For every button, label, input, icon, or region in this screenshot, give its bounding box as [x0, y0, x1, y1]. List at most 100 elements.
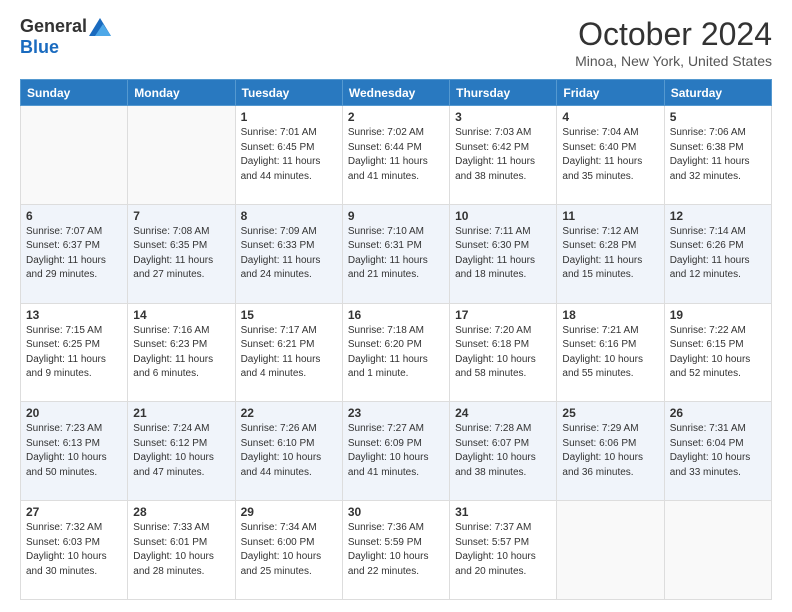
day-number: 25 [562, 406, 658, 420]
col-monday: Monday [128, 80, 235, 106]
table-row: 2 Sunrise: 7:02 AM Sunset: 6:44 PM Daylig… [342, 106, 449, 205]
day-info: Sunrise: 7:15 AM Sunset: 6:25 PM Dayligh… [26, 324, 122, 382]
day-number: 31 [455, 505, 551, 519]
day-number: 1 [241, 110, 337, 124]
table-row: 17Sunrise: 7:20 AM Sunset: 6:18 PM Dayli… [450, 303, 557, 402]
table-row [21, 106, 128, 205]
day-info: Sunrise: 7:20 AM Sunset: 6:18 PM Dayligh… [455, 324, 551, 382]
day-info: Sunrise: 7:24 AM Sunset: 6:12 PM Dayligh… [133, 422, 229, 480]
day-number: 16 [348, 308, 444, 322]
day-info: Sunrise: 7:03 AM Sunset: 6:42 PM Dayligh… [455, 126, 551, 184]
day-number: 4 [562, 110, 658, 124]
day-info: Sunrise: 7:04 AM Sunset: 6:40 PM Dayligh… [562, 126, 658, 184]
day-number: 7 [133, 209, 229, 223]
day-info: Sunrise: 7:17 AM Sunset: 6:21 PM Dayligh… [241, 324, 337, 382]
day-number: 10 [455, 209, 551, 223]
day-info: Sunrise: 7:06 AM Sunset: 6:38 PM Dayligh… [670, 126, 766, 184]
table-row: 3Sunrise: 7:03 AM Sunset: 6:42 PM Daylig… [450, 106, 557, 205]
table-row: 23 Sunrise: 7:27 AM Sunset: 6:09 PM Dayli… [342, 402, 449, 501]
header: General Blue October 2024 Minoa, New Yor… [20, 16, 772, 69]
table-row: 10 Sunrise: 7:11 AM Sunset: 6:30 PM Dayli… [450, 204, 557, 303]
calendar-week-row: 20 Sunrise: 7:23 AM Sunset: 6:13 PM Dayli… [21, 402, 772, 501]
table-row: 30Sunrise: 7:36 AM Sunset: 5:59 PM Dayli… [342, 501, 449, 600]
day-number: 24 [455, 406, 551, 420]
table-row: 19 Sunrise: 7:22 AM Sunset: 6:15 PM Dayli… [664, 303, 771, 402]
calendar-table: Sunday Monday Tuesday Wednesday Thursday… [20, 79, 772, 600]
day-info: Sunrise: 7:33 AM Sunset: 6:01 PM Dayligh… [133, 521, 229, 579]
day-number: 23 [348, 406, 444, 420]
day-number: 5 [670, 110, 766, 124]
table-row: 7 Sunrise: 7:08 AM Sunset: 6:35 PM Daylig… [128, 204, 235, 303]
day-info: Sunrise: 7:14 AM Sunset: 6:26 PM Dayligh… [670, 225, 766, 283]
day-number: 18 [562, 308, 658, 322]
table-row: 28 Sunrise: 7:33 AM Sunset: 6:01 PM Dayli… [128, 501, 235, 600]
logo: General Blue [20, 16, 111, 58]
day-number: 27 [26, 505, 122, 519]
table-row: 15 Sunrise: 7:17 AM Sunset: 6:21 PM Dayli… [235, 303, 342, 402]
day-number: 22 [241, 406, 337, 420]
logo-general: General [20, 16, 87, 37]
day-info: Sunrise: 7:37 AM Sunset: 5:57 PM Dayligh… [455, 521, 551, 579]
table-row: 21 Sunrise: 7:24 AM Sunset: 6:12 PM Dayli… [128, 402, 235, 501]
table-row: 12 Sunrise: 7:14 AM Sunset: 6:26 PM Dayli… [664, 204, 771, 303]
day-number: 14 [133, 308, 229, 322]
day-number: 8 [241, 209, 337, 223]
table-row [664, 501, 771, 600]
day-number: 21 [133, 406, 229, 420]
table-row: 24 Sunrise: 7:28 AM Sunset: 6:07 PM Dayli… [450, 402, 557, 501]
table-row: 1 Sunrise: 7:01 AM Sunset: 6:45 PM Daylig… [235, 106, 342, 205]
col-thursday: Thursday [450, 80, 557, 106]
table-row [557, 501, 664, 600]
day-number: 15 [241, 308, 337, 322]
day-number: 20 [26, 406, 122, 420]
table-row: 29 Sunrise: 7:34 AM Sunset: 6:00 PM Dayli… [235, 501, 342, 600]
day-number: 28 [133, 505, 229, 519]
page: General Blue October 2024 Minoa, New Yor… [0, 0, 792, 612]
day-info: Sunrise: 7:11 AM Sunset: 6:30 PM Dayligh… [455, 225, 551, 283]
month-title: October 2024 [575, 16, 772, 53]
calendar-week-row: 6 Sunrise: 7:07 AM Sunset: 6:37 PM Daylig… [21, 204, 772, 303]
day-info: Sunrise: 7:07 AM Sunset: 6:37 PM Dayligh… [26, 225, 122, 283]
day-info: Sunrise: 7:22 AM Sunset: 6:15 PM Dayligh… [670, 324, 766, 382]
table-row: 31 Sunrise: 7:37 AM Sunset: 5:57 PM Dayli… [450, 501, 557, 600]
col-saturday: Saturday [664, 80, 771, 106]
day-info: Sunrise: 7:27 AM Sunset: 6:09 PM Dayligh… [348, 422, 444, 480]
title-block: October 2024 Minoa, New York, United Sta… [575, 16, 772, 69]
calendar-week-row: 1 Sunrise: 7:01 AM Sunset: 6:45 PM Daylig… [21, 106, 772, 205]
table-row: 18 Sunrise: 7:21 AM Sunset: 6:16 PM Dayli… [557, 303, 664, 402]
calendar-week-row: 13 Sunrise: 7:15 AM Sunset: 6:25 PM Dayli… [21, 303, 772, 402]
table-row [128, 106, 235, 205]
day-info: Sunrise: 7:18 AM Sunset: 6:20 PM Dayligh… [348, 324, 444, 382]
day-info: Sunrise: 7:02 AM Sunset: 6:44 PM Dayligh… [348, 126, 444, 184]
day-info: Sunrise: 7:08 AM Sunset: 6:35 PM Dayligh… [133, 225, 229, 283]
day-number: 29 [241, 505, 337, 519]
col-tuesday: Tuesday [235, 80, 342, 106]
day-info: Sunrise: 7:12 AM Sunset: 6:28 PM Dayligh… [562, 225, 658, 283]
day-info: Sunrise: 7:31 AM Sunset: 6:04 PM Dayligh… [670, 422, 766, 480]
table-row: 11Sunrise: 7:12 AM Sunset: 6:28 PM Dayli… [557, 204, 664, 303]
day-info: Sunrise: 7:34 AM Sunset: 6:00 PM Dayligh… [241, 521, 337, 579]
day-number: 30 [348, 505, 444, 519]
logo-icon [89, 18, 111, 36]
table-row: 8 Sunrise: 7:09 AM Sunset: 6:33 PM Daylig… [235, 204, 342, 303]
table-row: 5 Sunrise: 7:06 AM Sunset: 6:38 PM Daylig… [664, 106, 771, 205]
day-number: 19 [670, 308, 766, 322]
day-info: Sunrise: 7:10 AM Sunset: 6:31 PM Dayligh… [348, 225, 444, 283]
col-friday: Friday [557, 80, 664, 106]
table-row: 4 Sunrise: 7:04 AM Sunset: 6:40 PM Daylig… [557, 106, 664, 205]
table-row: 9Sunrise: 7:10 AM Sunset: 6:31 PM Daylig… [342, 204, 449, 303]
day-info: Sunrise: 7:23 AM Sunset: 6:13 PM Dayligh… [26, 422, 122, 480]
day-info: Sunrise: 7:21 AM Sunset: 6:16 PM Dayligh… [562, 324, 658, 382]
day-number: 2 [348, 110, 444, 124]
day-number: 26 [670, 406, 766, 420]
day-number: 12 [670, 209, 766, 223]
logo-text: General [20, 16, 111, 37]
day-info: Sunrise: 7:16 AM Sunset: 6:23 PM Dayligh… [133, 324, 229, 382]
day-number: 6 [26, 209, 122, 223]
table-row: 14 Sunrise: 7:16 AM Sunset: 6:23 PM Dayli… [128, 303, 235, 402]
day-info: Sunrise: 7:28 AM Sunset: 6:07 PM Dayligh… [455, 422, 551, 480]
table-row: 16 Sunrise: 7:18 AM Sunset: 6:20 PM Dayli… [342, 303, 449, 402]
day-info: Sunrise: 7:09 AM Sunset: 6:33 PM Dayligh… [241, 225, 337, 283]
day-number: 13 [26, 308, 122, 322]
day-info: Sunrise: 7:01 AM Sunset: 6:45 PM Dayligh… [241, 126, 337, 184]
